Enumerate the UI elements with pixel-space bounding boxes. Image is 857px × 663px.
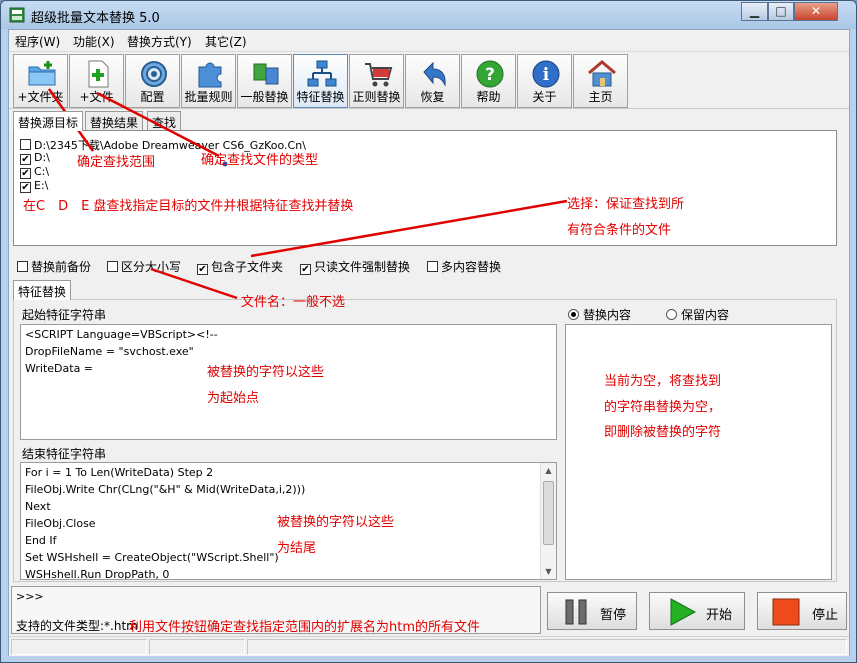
- checkbox[interactable]: [20, 139, 31, 150]
- start-string-input[interactable]: <SCRIPT Language=VBScript><!-- DropFileN…: [20, 324, 557, 440]
- app-icon: [9, 7, 25, 23]
- status-cell: [149, 639, 245, 655]
- annotation-empty-3: 即删除被替换的字符: [604, 425, 722, 440]
- annotation-filename: 文件名：一般不选: [241, 295, 346, 310]
- feature-panel: 起始特征字符串 <SCRIPT Language=VBScript><!-- D…: [13, 299, 837, 582]
- pause-icon: [565, 599, 587, 625]
- toolbar: +文件夹 +文件 配置 批量规则 一般替换 特征替换 正则替换 恢复 ? 帮助 …: [9, 51, 849, 109]
- stop-icon: [772, 598, 800, 626]
- normal-replace-button[interactable]: 一般替换: [237, 54, 292, 108]
- list-item[interactable]: ✔ D:\: [20, 151, 50, 165]
- status-cell: [11, 639, 147, 655]
- checkbox[interactable]: ✔: [20, 168, 31, 179]
- tab-search[interactable]: 查找: [147, 111, 182, 130]
- radio-keep-content[interactable]: 保留内容: [666, 306, 729, 323]
- annotation-empty-1: 当前为空，将查找到: [604, 374, 722, 389]
- options-row: 替换前备份 区分大小写 ✔ 包含子文件夹 ✔ 只读文件强制替换 多内容替换: [17, 258, 837, 276]
- feature-replace-button[interactable]: 特征替换: [293, 54, 348, 108]
- menu-bar: 程序(W) 功能(X) 替换方式(Y) 其它(Z): [9, 30, 849, 50]
- start-button[interactable]: 开始: [649, 592, 745, 630]
- network-icon: [307, 60, 337, 87]
- add-folder-button[interactable]: +文件夹: [13, 54, 68, 108]
- maximize-button[interactable]: □: [768, 2, 794, 21]
- regex-replace-button[interactable]: 正则替换: [349, 54, 404, 108]
- option-force-readonly[interactable]: ✔ 只读文件强制替换: [300, 258, 410, 275]
- add-file-button[interactable]: +文件: [69, 54, 124, 108]
- option-include-subfolders[interactable]: ✔ 包含子文件夹: [197, 258, 283, 275]
- checkbox[interactable]: ✔: [20, 182, 31, 193]
- annotation-end-2: 为结尾: [277, 541, 317, 556]
- checkbox[interactable]: ✔: [20, 154, 31, 165]
- action-buttons: 暂停 开始 停止: [547, 592, 847, 632]
- list-item[interactable]: ✔ C:\: [20, 165, 49, 179]
- annotation-start-1: 被替换的字符以这些: [207, 365, 325, 380]
- cart-icon: [365, 63, 393, 87]
- option-multi-content[interactable]: 多内容替换: [427, 258, 501, 275]
- scroll-up-icon[interactable]: ▲: [541, 463, 556, 478]
- annotation-empty-2: 的字符串替换为空，: [604, 400, 722, 415]
- tab-source-target[interactable]: 替换源目标: [13, 111, 84, 131]
- home-icon: [588, 60, 616, 87]
- homepage-button[interactable]: 主页: [573, 54, 628, 108]
- annotation-file-type: 确定查找文件的类型: [201, 153, 319, 168]
- about-button[interactable]: i 关于: [517, 54, 572, 108]
- radio-replace-content[interactable]: 替换内容: [568, 306, 631, 323]
- file-add-icon: [88, 60, 109, 88]
- option-backup[interactable]: 替换前备份: [17, 258, 91, 275]
- status-bar: [9, 636, 849, 656]
- scrollbar[interactable]: ▲ ▼: [540, 463, 556, 579]
- info-icon: i: [532, 60, 560, 88]
- menu-replace-mode[interactable]: 替换方式(Y): [127, 33, 192, 50]
- swap-icon: [253, 63, 279, 85]
- pause-button[interactable]: 暂停: [547, 592, 637, 630]
- list-item[interactable]: ✔ E:\: [20, 179, 48, 193]
- end-group-title: 结束特征字符串: [22, 447, 107, 461]
- annotation-scope: 确定查找范围: [77, 155, 156, 170]
- client-area: 程序(W) 功能(X) 替换方式(Y) 其它(Z) +文件夹 +文件 配置 批量…: [8, 29, 850, 656]
- replace-mode-group: 替换内容 保留内容: [568, 306, 834, 322]
- help-button[interactable]: ? 帮助: [461, 54, 516, 108]
- replace-content-input[interactable]: [565, 324, 832, 580]
- svg-text:i: i: [543, 65, 550, 85]
- minimize-button[interactable]: ▁: [741, 2, 768, 21]
- close-button[interactable]: ✕: [794, 2, 838, 21]
- annotation-start-2: 为起始点: [207, 391, 260, 406]
- restore-button[interactable]: 恢复: [405, 54, 460, 108]
- menu-other[interactable]: 其它(Z): [205, 33, 247, 50]
- annotation-select-1: 选择：保证查找到所: [567, 197, 685, 212]
- tab-feature-replace[interactable]: 特征替换: [13, 280, 72, 300]
- menu-program[interactable]: 程序(W): [15, 33, 60, 50]
- window-title: 超级批量文本替换 5.0: [31, 11, 160, 26]
- scroll-thumb[interactable]: [543, 481, 554, 545]
- app-window: 超级批量文本替换 5.0 ▁ □ ✕ 程序(W) 功能(X) 替换方式(Y) 其…: [0, 0, 857, 663]
- puzzle-icon: [198, 62, 222, 88]
- help-icon: ?: [476, 60, 504, 88]
- annotation-select-2: 有符合条件的文件: [567, 223, 672, 238]
- menu-function[interactable]: 功能(X): [73, 33, 115, 50]
- svg-text:?: ?: [485, 65, 495, 85]
- scroll-down-icon[interactable]: ▼: [541, 564, 556, 579]
- config-button[interactable]: 配置: [125, 54, 180, 108]
- annotation-end-1: 被替换的字符以这些: [277, 515, 395, 530]
- option-case-sensitive[interactable]: 区分大小写: [107, 258, 181, 275]
- tab-replace-result[interactable]: 替换结果: [85, 111, 144, 130]
- stop-button[interactable]: 停止: [757, 592, 847, 630]
- title-bar[interactable]: 超级批量文本替换 5.0 ▁ □ ✕: [1, 1, 856, 29]
- gear-icon: [141, 61, 167, 87]
- status-cell: [247, 639, 847, 655]
- undo-icon: [423, 61, 446, 87]
- annotation-bottom: 利用文件按钮确定查找指定范围内的扩展名为htm的所有文件: [129, 620, 481, 635]
- annotation-drives: 在C D E 盘查找指定目标的文件并根据特征查找并替换: [23, 199, 354, 214]
- batch-rules-button[interactable]: 批量规则: [181, 54, 236, 108]
- play-icon: [670, 598, 697, 626]
- target-list[interactable]: D:\2345下载\Adobe Dreamweaver CS6_GzKoo.Cn…: [13, 130, 837, 246]
- start-group-title: 起始特征字符串: [22, 308, 107, 322]
- folder-add-icon: [28, 61, 56, 86]
